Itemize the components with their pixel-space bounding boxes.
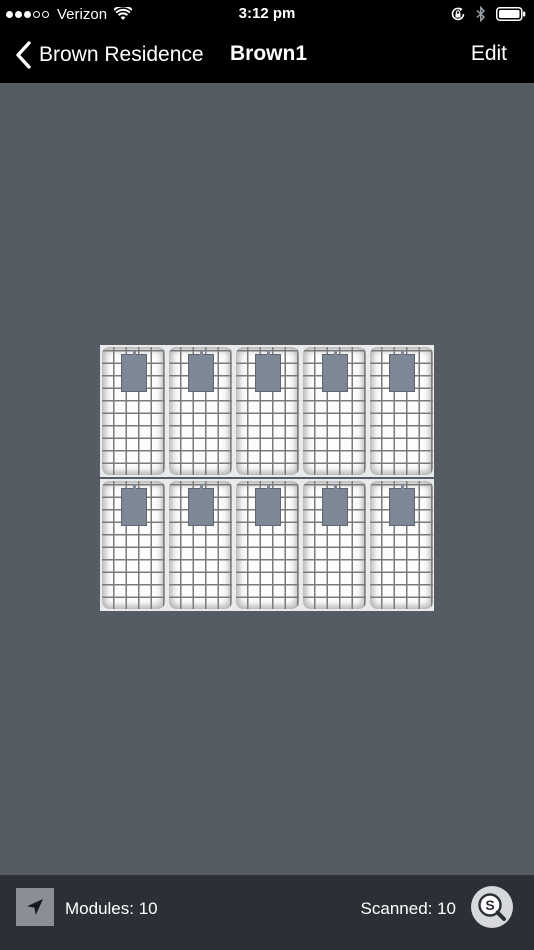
micro-inverter [389, 350, 415, 392]
micro-inverter [188, 350, 214, 392]
locate-button[interactable] [16, 888, 54, 926]
solar-module[interactable] [169, 481, 232, 609]
solar-module[interactable] [303, 347, 366, 475]
back-button[interactable]: Brown Residence [14, 40, 204, 70]
micro-inverter [255, 484, 281, 526]
screen: Verizon 3:12 pm Brown Residence Brown1 E… [0, 0, 534, 950]
solar-module[interactable] [102, 347, 165, 475]
panel-row-2 [100, 479, 434, 611]
bottom-toolbar: Modules: 10 Scanned: 10 S [0, 875, 534, 950]
scan-button-letter: S [485, 897, 494, 913]
micro-inverter [389, 484, 415, 526]
scanned-count: Scanned: 10 [360, 899, 456, 918]
status-bar: Verizon 3:12 pm [0, 0, 534, 28]
micro-inverter [188, 484, 214, 526]
solar-module[interactable] [102, 481, 165, 609]
micro-inverter [121, 484, 147, 526]
solar-module[interactable] [303, 481, 366, 609]
bluetooth-icon [476, 6, 486, 22]
micro-inverter [322, 484, 348, 526]
navigation-bar: Brown Residence Brown1 Edit [0, 28, 534, 83]
micro-inverter [121, 350, 147, 392]
solar-module[interactable] [169, 347, 232, 475]
scan-button[interactable]: S [471, 886, 513, 928]
search-icon: S [478, 893, 506, 921]
micro-inverter [255, 350, 281, 392]
solar-module[interactable] [236, 347, 299, 475]
modules-count: Modules: 10 [65, 899, 158, 918]
back-label: Brown Residence [39, 43, 204, 66]
status-right [440, 5, 526, 23]
solar-module[interactable] [236, 481, 299, 609]
chevron-left-icon [14, 41, 32, 69]
edit-button[interactable]: Edit [471, 42, 507, 66]
array-canvas[interactable] [0, 83, 534, 875]
battery-icon [496, 7, 526, 21]
solar-panel-array [100, 345, 434, 611]
location-arrow-icon [25, 897, 45, 917]
solar-module[interactable] [370, 347, 433, 475]
panel-row-1 [100, 345, 434, 477]
page-title: Brown1 [230, 42, 308, 65]
rotation-lock-icon [450, 6, 466, 22]
micro-inverter [322, 350, 348, 392]
solar-module[interactable] [370, 481, 433, 609]
